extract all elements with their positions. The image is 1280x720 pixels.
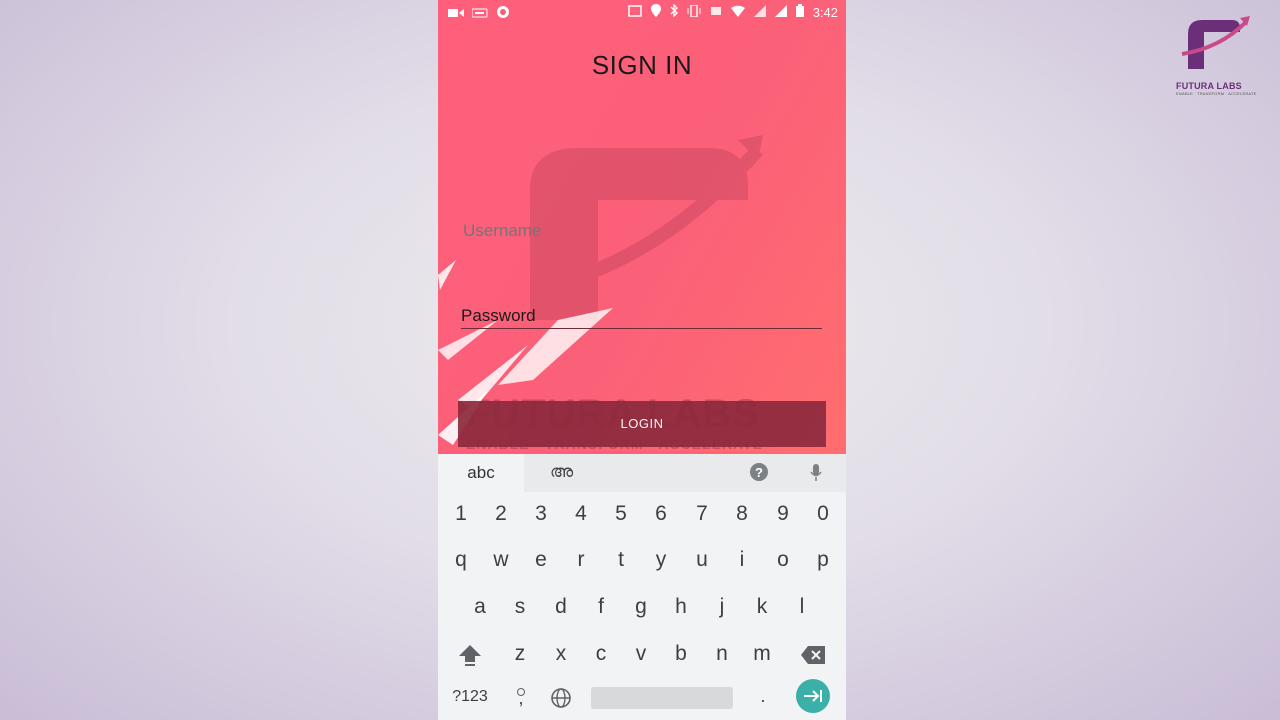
help-icon[interactable]: ? bbox=[750, 463, 768, 486]
location-icon bbox=[650, 4, 661, 20]
key-f[interactable]: f bbox=[586, 595, 616, 619]
key-q[interactable]: q bbox=[446, 548, 476, 572]
key-6[interactable]: 6 bbox=[646, 502, 676, 526]
bluetooth-icon bbox=[670, 3, 678, 20]
key-z[interactable]: z bbox=[505, 642, 535, 666]
battery-icon bbox=[795, 4, 804, 20]
key-w[interactable]: w bbox=[486, 548, 516, 572]
password-underline bbox=[461, 328, 822, 329]
key-3[interactable]: 3 bbox=[526, 502, 556, 526]
space-bar[interactable] bbox=[591, 687, 733, 709]
key-i[interactable]: i bbox=[727, 548, 757, 572]
key-e[interactable]: e bbox=[526, 548, 556, 572]
vibrate-icon bbox=[687, 3, 701, 20]
key-t[interactable]: t bbox=[606, 548, 636, 572]
video-camera-icon bbox=[448, 6, 464, 21]
next-key[interactable] bbox=[796, 679, 830, 713]
status-time: 3:42 bbox=[812, 4, 838, 20]
svg-text:?: ? bbox=[755, 465, 763, 480]
key-9[interactable]: 9 bbox=[768, 502, 798, 526]
key-0[interactable]: 0 bbox=[808, 502, 838, 526]
signal-icon bbox=[753, 4, 766, 20]
key-o[interactable]: o bbox=[768, 548, 798, 572]
period-key[interactable]: . bbox=[748, 686, 778, 707]
circle-icon bbox=[496, 5, 510, 22]
key-y[interactable]: y bbox=[646, 548, 676, 572]
wifi-icon bbox=[730, 5, 745, 20]
key-b[interactable]: b bbox=[666, 642, 696, 666]
tab-abc[interactable]: abc bbox=[438, 454, 524, 492]
login-button[interactable]: LOGIN bbox=[458, 401, 826, 447]
tab-arrow-icon bbox=[803, 688, 823, 709]
key-8[interactable]: 8 bbox=[727, 502, 757, 526]
key-j[interactable]: j bbox=[707, 595, 737, 619]
key-4[interactable]: 4 bbox=[566, 502, 596, 526]
key-5[interactable]: 5 bbox=[606, 502, 636, 526]
key-s[interactable]: s bbox=[505, 595, 535, 619]
status-bar: 3:42 bbox=[438, 0, 846, 24]
keyboard-toolbar: abc അ ? bbox=[438, 454, 846, 492]
key-1[interactable]: 1 bbox=[446, 502, 476, 526]
key-n[interactable]: n bbox=[707, 642, 737, 666]
microphone-icon[interactable] bbox=[810, 464, 822, 487]
key-p[interactable]: p bbox=[808, 548, 838, 572]
key-h[interactable]: h bbox=[666, 595, 696, 619]
username-input[interactable] bbox=[461, 213, 826, 249]
key-r[interactable]: r bbox=[566, 548, 596, 572]
key-k[interactable]: k bbox=[747, 595, 777, 619]
key-l[interactable]: l bbox=[787, 595, 817, 619]
key-m[interactable]: m bbox=[747, 642, 777, 666]
phone-screen: 3:42 FUTURA LABS ENABLE · TRANSFORM · AC… bbox=[438, 0, 846, 720]
key-c[interactable]: c bbox=[586, 642, 616, 666]
keyboard-icon bbox=[471, 6, 488, 21]
shift-icon[interactable] bbox=[458, 644, 482, 671]
emoji-icon bbox=[517, 683, 525, 701]
soft-keyboard: abc അ ? 1 2 3 4 5 6 7 8 9 0 q w e r t y … bbox=[438, 454, 846, 720]
signal-icon bbox=[774, 4, 787, 20]
key-a[interactable]: a bbox=[465, 595, 495, 619]
globe-icon[interactable] bbox=[551, 688, 571, 713]
key-g[interactable]: g bbox=[626, 595, 656, 619]
tab-malayalam[interactable]: അ bbox=[550, 462, 573, 482]
page-title: SIGN IN bbox=[591, 50, 693, 80]
key-x[interactable]: x bbox=[546, 642, 576, 666]
cast-icon bbox=[627, 4, 642, 20]
key-d[interactable]: d bbox=[546, 595, 576, 619]
4g-icon bbox=[710, 5, 722, 20]
brand-name: FUTURA LABS bbox=[1176, 81, 1242, 91]
symbols-key[interactable]: ?123 bbox=[450, 688, 490, 706]
key-2[interactable]: 2 bbox=[486, 502, 516, 526]
key-7[interactable]: 7 bbox=[687, 502, 717, 526]
brand-tagline: ENABLE · TRANSFORM · ACCELERATE bbox=[1176, 91, 1257, 96]
signin-screen: 3:42 FUTURA LABS ENABLE · TRANSFORM · AC… bbox=[438, 0, 846, 454]
key-v[interactable]: v bbox=[626, 642, 656, 666]
key-u[interactable]: u bbox=[687, 548, 717, 572]
backspace-icon[interactable] bbox=[801, 646, 825, 669]
